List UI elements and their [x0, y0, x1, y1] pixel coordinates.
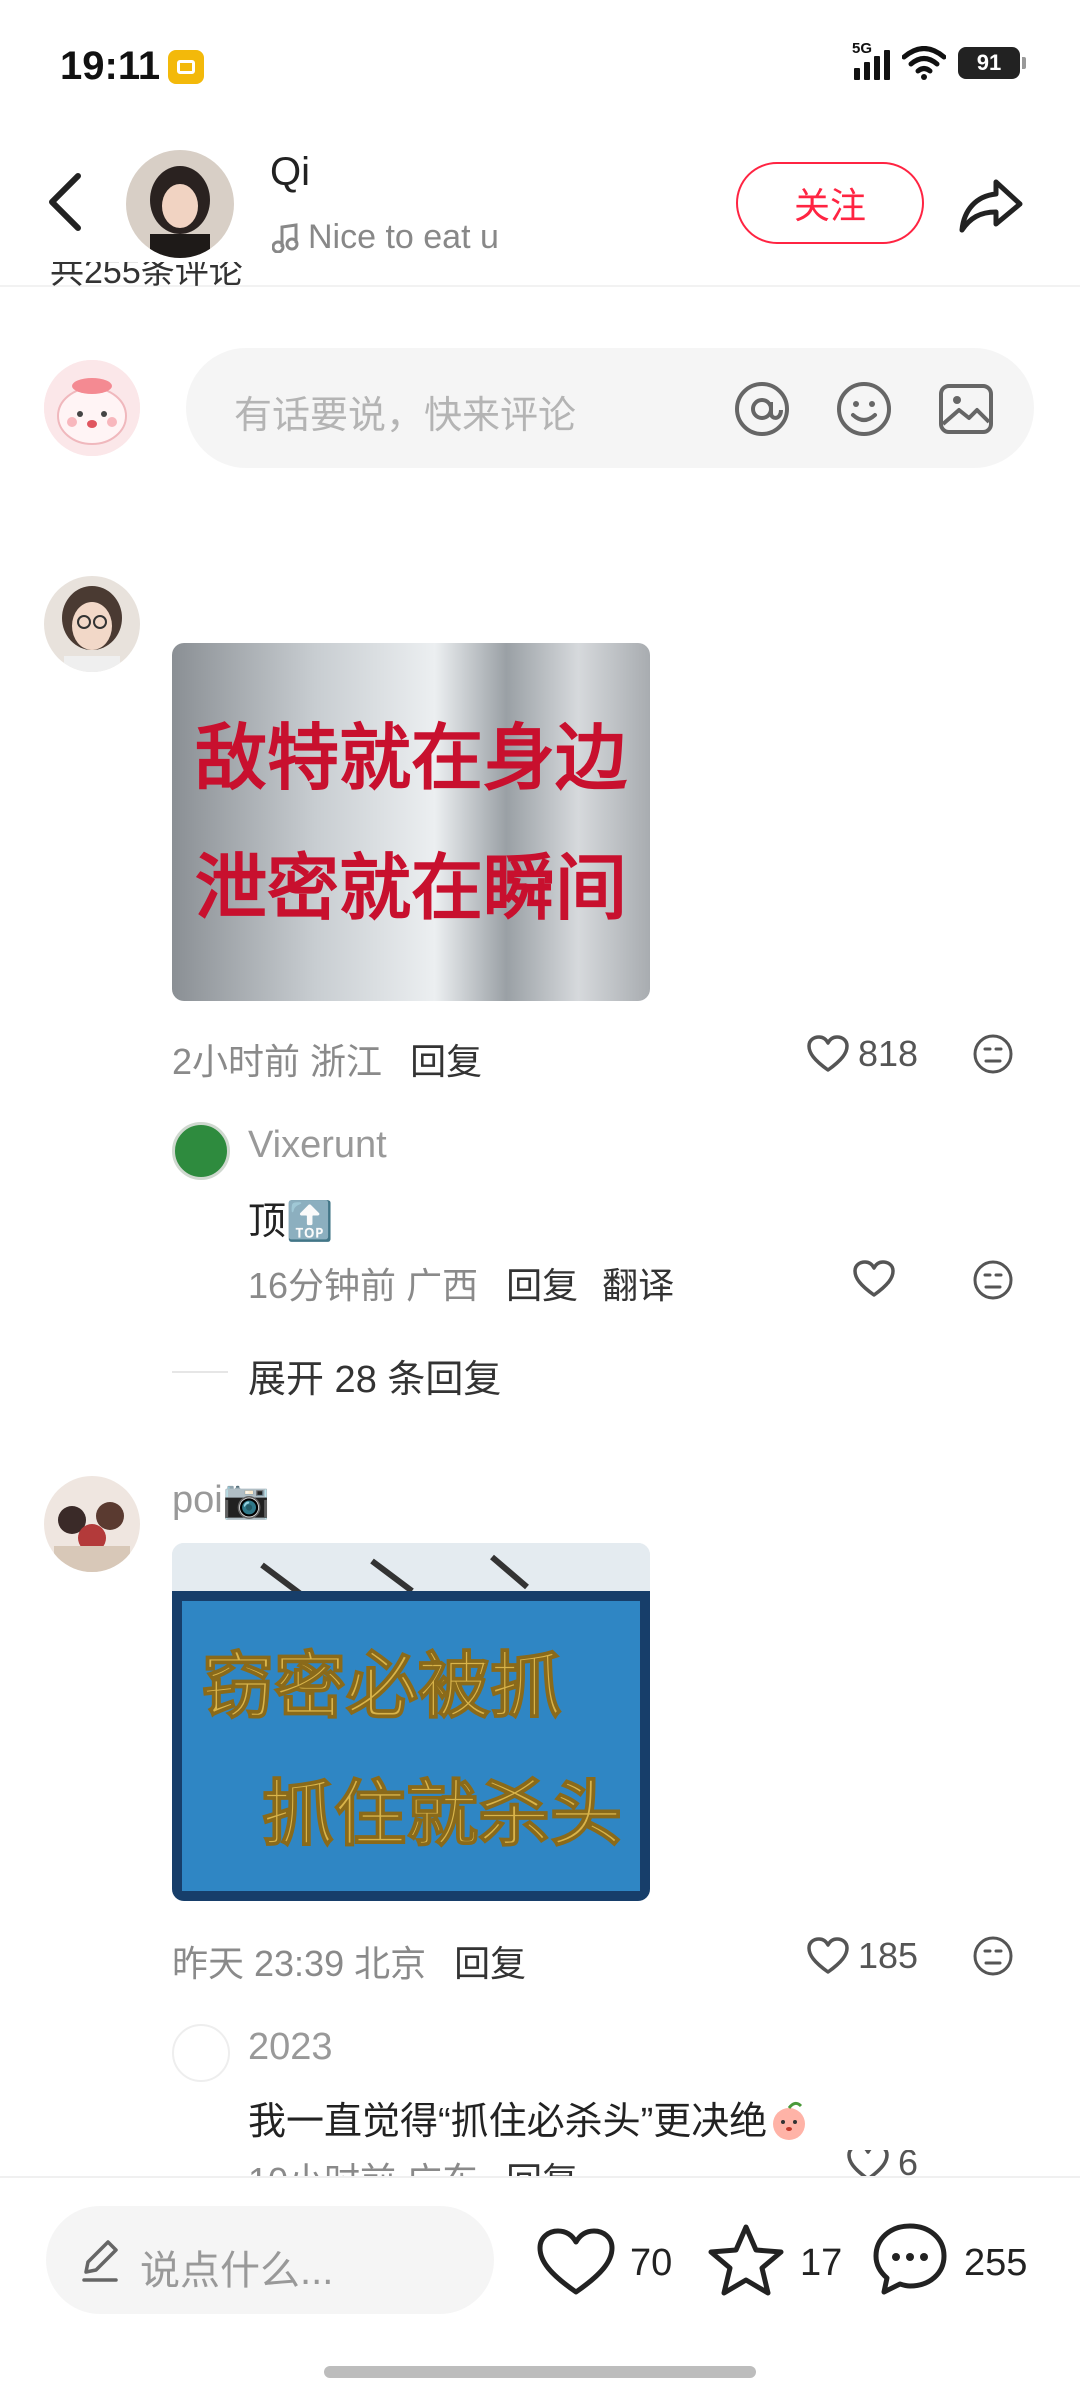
like-heart-icon[interactable]	[536, 2226, 616, 2298]
heart-icon	[807, 1937, 849, 1974]
heart-icon	[847, 2150, 889, 2176]
dislike-face-icon[interactable]	[972, 1033, 1014, 1075]
comment-meta: 昨天 23:39 北京 回复	[172, 1935, 526, 1987]
expand-replies-button[interactable]: 展开 28 条回复	[248, 1348, 501, 1403]
reply-like-button[interactable]: 6	[846, 2150, 918, 2176]
like-count: 185	[858, 1935, 919, 1976]
peach-emoji-icon	[773, 2101, 806, 2140]
say-placeholder: 说点什么...	[140, 2249, 334, 2293]
sign-line-1: 窃密必被抓	[202, 1643, 562, 1728]
camera-emoji: 📷	[222, 1479, 271, 1521]
reply-button[interactable]: 回复	[410, 1041, 482, 1082]
reply-avatar[interactable]	[172, 1122, 230, 1180]
home-indicator[interactable]	[324, 2366, 756, 2378]
signal-icon: 5G	[852, 40, 890, 80]
follow-button[interactable]: 关注	[736, 162, 924, 244]
reply-time: 16分钟前	[248, 1265, 397, 1306]
reply-text: 我一直觉得“抓住必杀头”更决绝	[248, 2090, 811, 2145]
comment-location: 北京	[354, 1943, 427, 1984]
dislike-face-icon[interactable]	[972, 1935, 1014, 1977]
music-label[interactable]: Nice to eat u	[272, 218, 499, 257]
share-icon[interactable]	[956, 168, 1026, 238]
my-avatar	[44, 360, 140, 456]
status-time: 19:11	[60, 44, 161, 88]
reply-button[interactable]: 回复	[506, 1265, 578, 1306]
translate-button[interactable]: 翻译	[602, 1265, 674, 1306]
favorite-count: 17	[800, 2242, 843, 2284]
reply-location: 广东	[406, 2160, 478, 2176]
reply-like-icon[interactable]	[852, 1259, 896, 1299]
dislike-face-icon[interactable]	[972, 1259, 1014, 1301]
reply-button[interactable]: 回复	[506, 2160, 578, 2176]
expand-line	[172, 1371, 228, 1373]
reply-username[interactable]: Vixerunt	[248, 1124, 387, 1167]
battery-indicator: 91	[958, 47, 1026, 79]
reply-button[interactable]: 回复	[454, 1943, 526, 1984]
wifi-icon	[902, 46, 946, 80]
top-emoji: 🔝	[286, 1201, 334, 1243]
emoji-icon[interactable]	[835, 380, 893, 438]
like-count: 70	[630, 2242, 673, 2284]
pencil-icon	[82, 2240, 118, 2282]
image-icon[interactable]	[937, 380, 995, 438]
comment-placeholder: 有话要说，快来评论	[234, 395, 577, 437]
comment-location: 浙江	[310, 1041, 383, 1082]
comment-image[interactable]: 敌特就在身边 泄密就在瞬间	[172, 643, 650, 1001]
comment-like-button[interactable]: 185	[806, 1935, 918, 1977]
comment-avatar[interactable]	[44, 576, 140, 672]
sign-line-2: 抓住就杀头	[262, 1771, 622, 1856]
comment-bubble-icon[interactable]	[870, 2220, 950, 2300]
reply-username[interactable]: 2023	[248, 2026, 333, 2069]
notification-app-icon	[168, 50, 204, 84]
comment-username[interactable]: poi📷	[172, 1478, 270, 1522]
heart-icon	[807, 1035, 849, 1072]
reply-text: 顶🔝	[248, 1201, 334, 1243]
comment-time: 昨天 23:39	[172, 1943, 345, 1984]
comment-time: 2小时前	[172, 1041, 301, 1082]
reply-meta: 16分钟前 广西 回复 翻译	[248, 1257, 674, 1309]
reply-location: 广西	[406, 1265, 479, 1306]
author-name[interactable]: Qi	[270, 150, 310, 195]
comment-image[interactable]: 窃密必被抓 抓住就杀头	[172, 1543, 650, 1901]
status-icons: 5G 91	[852, 40, 1026, 80]
poster-line-2: 泄密就在瞬间	[195, 846, 627, 930]
like-count: 6	[898, 2150, 919, 2176]
music-note-icon	[272, 222, 299, 253]
reply-meta: 10小时前 广东 回复	[248, 2152, 578, 2176]
at-mention-icon[interactable]	[733, 380, 791, 438]
comment-meta: 2小时前 浙江 回复	[172, 1033, 482, 1085]
comment-like-button[interactable]: 818	[806, 1033, 918, 1075]
reply-time: 10小时前	[248, 2160, 396, 2176]
back-arrow-icon[interactable]	[42, 170, 90, 234]
comment-avatar[interactable]	[44, 1476, 140, 1572]
music-title: Nice to eat u	[308, 218, 499, 256]
comment-count-label: 共255条评论	[50, 262, 243, 288]
author-avatar[interactable]	[126, 150, 234, 258]
poster-line-1: 敌特就在身边	[195, 716, 627, 800]
comment-count: 255	[964, 2242, 1028, 2284]
reply-avatar[interactable]	[172, 2024, 230, 2082]
star-icon[interactable]	[706, 2222, 786, 2298]
like-count: 818	[858, 1033, 919, 1074]
